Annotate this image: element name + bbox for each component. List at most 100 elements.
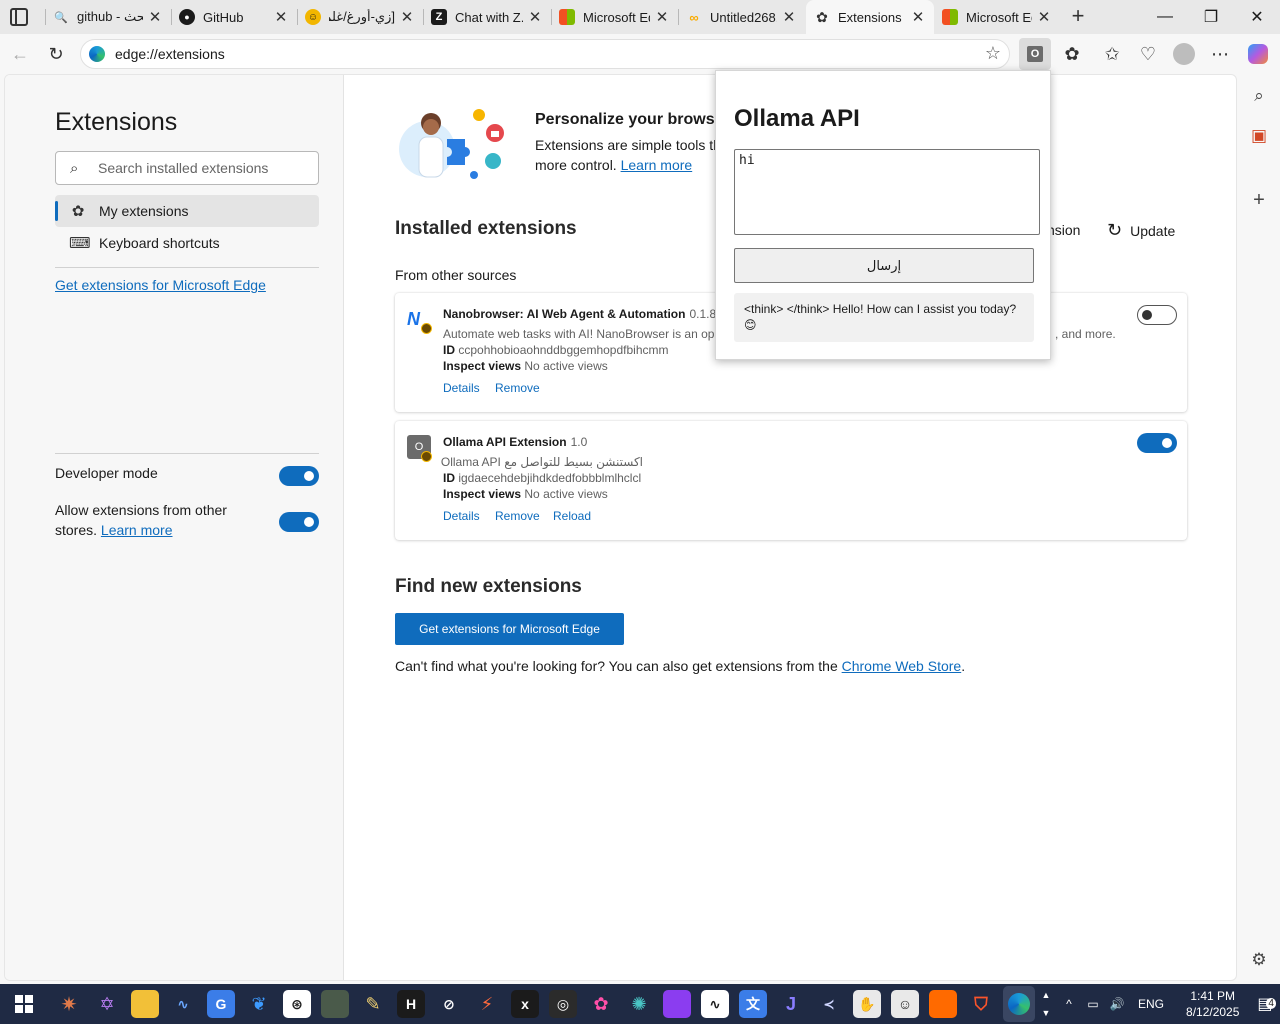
close-tab-icon[interactable]: ✕: [147, 8, 163, 26]
minimize-button[interactable]: —: [1142, 0, 1188, 34]
learn-more-link[interactable]: Learn more: [101, 522, 173, 538]
purple-app-icon[interactable]: [663, 990, 691, 1018]
paint-icon[interactable]: ✎: [359, 990, 387, 1018]
microsoft-icon: [559, 9, 575, 25]
tab-chat-zai[interactable]: Z Chat with Z.ai ✕: [423, 0, 551, 34]
edge-taskbar-icon[interactable]: [1003, 986, 1035, 1022]
add-icon[interactable]: +: [1246, 187, 1272, 213]
get-extensions-button[interactable]: Get extensions for Microsoft Edge: [395, 613, 624, 645]
new-tab-button[interactable]: +: [1066, 4, 1090, 28]
copilot-icon[interactable]: [1242, 38, 1274, 70]
find-new-description: Can't find what you're looking for? You …: [395, 658, 838, 674]
details-link[interactable]: Details: [443, 381, 480, 395]
windows-start-icon[interactable]: [10, 990, 38, 1018]
load-unpacked-button[interactable]: nsion: [1047, 222, 1080, 238]
google-translate-icon[interactable]: 文: [739, 990, 767, 1018]
translate-icon[interactable]: G: [207, 990, 235, 1018]
dark-circle-app-icon[interactable]: ◎: [549, 990, 577, 1018]
lightning-app-icon[interactable]: ⚡: [473, 990, 501, 1018]
tab-github[interactable]: ● GitHub ✕: [171, 0, 297, 34]
inspect-value: No active views: [524, 359, 608, 373]
profile-avatar[interactable]: [1168, 38, 1200, 70]
sidebar-item-keyboard-shortcuts[interactable]: ⌨ Keyboard shortcuts: [55, 227, 319, 259]
puzzle-icon: ✿: [816, 8, 828, 25]
extension-description: Automate web tasks with AI! NanoBrowser …: [443, 327, 721, 341]
close-tab-icon[interactable]: ✕: [910, 8, 926, 26]
file-explorer-icon[interactable]: [131, 990, 159, 1018]
response-box: <think> </think> Hello! How can I assist…: [734, 293, 1034, 342]
close-tab-icon[interactable]: ✕: [273, 8, 289, 26]
remove-link[interactable]: Remove: [495, 381, 540, 395]
prompt-textarea[interactable]: hi: [734, 149, 1040, 235]
circle-slash-icon[interactable]: ⊘: [435, 990, 463, 1018]
h-app-icon[interactable]: H: [397, 990, 425, 1018]
j-app-icon[interactable]: J: [777, 990, 805, 1018]
tab-microsoft-edge-2[interactable]: Microsoft Edge ✕: [934, 0, 1060, 34]
close-tab-icon[interactable]: ✕: [654, 8, 670, 26]
taskbar-scroll[interactable]: ▲ ▼: [1040, 986, 1052, 1022]
get-extensions-link[interactable]: Get extensions for Microsoft Edge: [55, 277, 266, 293]
favorite-star-icon[interactable]: ☆: [985, 43, 1001, 64]
hand-app-icon[interactable]: ✋: [853, 990, 881, 1018]
developer-mode-toggle[interactable]: [279, 466, 319, 486]
pink-flower-icon[interactable]: ✿: [587, 990, 615, 1018]
snapshot-icon[interactable]: ∿: [169, 990, 197, 1018]
close-tab-icon[interactable]: ✕: [1036, 8, 1052, 26]
extension-enable-toggle[interactable]: [1137, 305, 1177, 325]
allow-other-stores-toggle[interactable]: [279, 512, 319, 532]
clock[interactable]: 1:41 PM 8/12/2025: [1186, 988, 1239, 1020]
update-button[interactable]: ↻ Update: [1107, 220, 1175, 241]
face-app-icon[interactable]: ☺: [891, 990, 919, 1018]
tab-github-search[interactable]: 🔍 github - بحث ✕: [45, 0, 171, 34]
orange-app-icon[interactable]: [929, 990, 957, 1018]
search-input[interactable]: ⌕ Search installed extensions: [55, 151, 319, 185]
close-tab-icon[interactable]: ✕: [399, 8, 415, 26]
chrome-web-store-link[interactable]: Chrome Web Store: [842, 658, 962, 674]
volume-icon[interactable]: 🔊: [1108, 997, 1126, 1011]
update-label: Update: [1130, 222, 1176, 239]
show-hidden-icons[interactable]: ^: [1060, 997, 1078, 1011]
close-window-button[interactable]: ✕: [1234, 0, 1280, 34]
notifications-icon[interactable]: ▤ 4: [1257, 994, 1276, 1014]
tab-extensions[interactable]: ✿ Extensions ✕: [806, 0, 934, 34]
address-bar[interactable]: edge://extensions ☆: [80, 39, 1010, 69]
search-icon[interactable]: ⌕: [1246, 83, 1272, 109]
remove-link[interactable]: Remove: [495, 509, 540, 523]
close-tab-icon[interactable]: ✕: [781, 8, 797, 26]
details-link[interactable]: Details: [443, 509, 480, 523]
find-new-text: Can't find what you're looking for? You …: [395, 658, 965, 674]
close-tab-icon[interactable]: ✕: [527, 8, 543, 26]
sidebar-item-my-extensions[interactable]: ✿ My extensions: [55, 195, 319, 227]
reload-link[interactable]: Reload: [553, 509, 591, 523]
tab-microsoft-edge[interactable]: Microsoft Edge ✕: [551, 0, 678, 34]
visual-studio-icon[interactable]: ✡: [93, 990, 121, 1018]
more-menu-icon[interactable]: ⋯: [1204, 38, 1236, 70]
send-button[interactable]: إرسال: [734, 248, 1034, 283]
refresh-button[interactable]: ↻: [40, 38, 72, 70]
app-icon[interactable]: [321, 990, 349, 1018]
network-icon[interactable]: ▭: [1084, 997, 1102, 1011]
claude-icon[interactable]: ✷: [55, 990, 83, 1018]
extensions-icon[interactable]: ✿: [1056, 38, 1088, 70]
tools-icon[interactable]: ▣: [1246, 123, 1272, 149]
audio-app-icon[interactable]: ∿: [701, 990, 729, 1018]
settings-gear-icon[interactable]: ⚙: [1246, 947, 1272, 973]
restore-button[interactable]: ❐: [1188, 0, 1234, 34]
browser-essentials-icon[interactable]: ♡: [1132, 38, 1164, 70]
favorites-icon[interactable]: ✩: [1096, 38, 1128, 70]
ollama-extension-toolbar-button[interactable]: O: [1019, 38, 1051, 70]
tab-colab[interactable]: ∞ Untitled268.ipynb ✕: [678, 0, 805, 34]
bluesky-icon[interactable]: ❦: [245, 990, 273, 1018]
chatgpt-icon[interactable]: ⊛: [283, 990, 311, 1018]
share-app-icon[interactable]: ≺: [815, 990, 843, 1018]
tab-glm[interactable]: ☺ [زي-أورغ/غلم ✕: [297, 0, 423, 34]
perplexity-icon[interactable]: ✺: [625, 990, 653, 1018]
extension-name: Ollama API Extension 1.0: [443, 435, 587, 449]
learn-more-link[interactable]: Learn more: [621, 157, 693, 173]
tab-actions-icon[interactable]: [10, 8, 28, 26]
extension-enable-toggle[interactable]: [1137, 433, 1177, 453]
xai-icon[interactable]: x: [511, 990, 539, 1018]
brave-icon[interactable]: ⛉: [967, 990, 995, 1018]
language-indicator[interactable]: ENG: [1138, 997, 1164, 1011]
back-button[interactable]: ←: [4, 38, 36, 70]
